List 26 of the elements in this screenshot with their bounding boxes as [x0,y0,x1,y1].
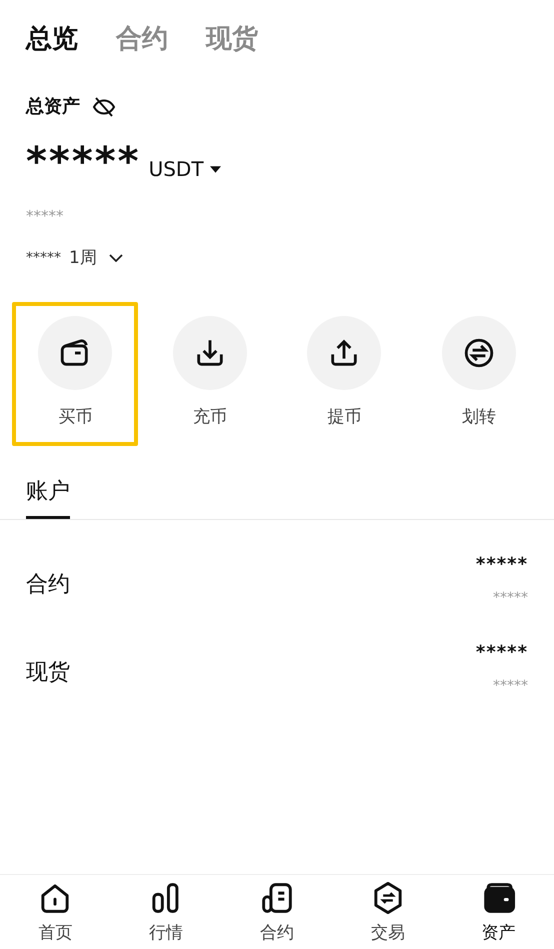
action-button[interactable]: 充币 [146,302,273,446]
eye-off-icon[interactable] [92,95,116,119]
chevron-down-icon [108,254,123,262]
caret-icon [210,166,221,172]
tab[interactable]: 总览 [26,20,78,58]
action-button[interactable]: 划转 [416,302,542,446]
account-equivalent: ***** [493,589,528,608]
nav-item[interactable]: 行情 [149,881,184,945]
section-title: 总资产 [26,95,80,119]
period-dropdown[interactable]: 1周 [69,246,123,270]
tab[interactable]: 账户 [26,474,70,519]
equivalent-value: ***** [25,206,64,227]
action-button[interactable]: 提币 [281,302,408,446]
account-name: 现货 [26,659,70,687]
account-balance: ***** [476,554,528,576]
account-equivalent: ***** [493,677,528,696]
nav-item[interactable]: 合约 [260,881,294,945]
pnl-value: ***** [26,250,61,266]
action-button[interactable]: 买币 [12,302,138,446]
currency-dropdown[interactable]: USDT [148,156,221,182]
total-balance: ***** [26,142,141,182]
nav-item[interactable]: 资产 [482,881,516,945]
nav-item[interactable]: 首页 [38,881,72,945]
account-name: 合约 [26,571,70,599]
account-balance: ***** [476,642,528,664]
nav-item[interactable]: 交易 [370,881,405,945]
